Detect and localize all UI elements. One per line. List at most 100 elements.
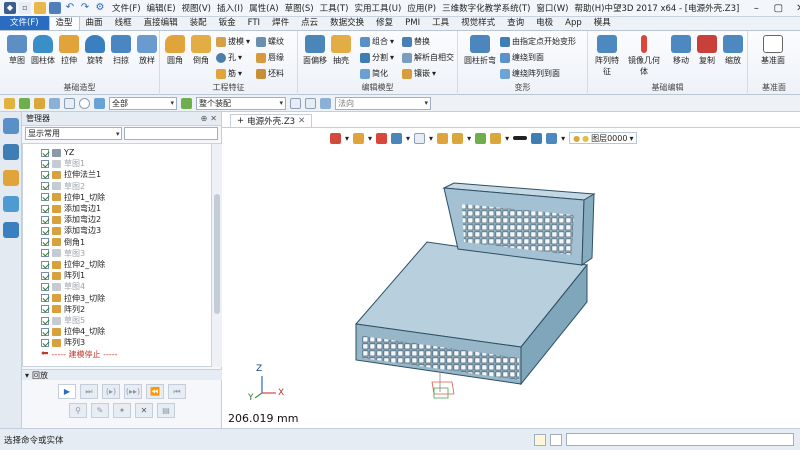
move-button[interactable]: 移动	[668, 35, 694, 66]
ribbon-tab[interactable]: 直接编辑	[138, 17, 184, 30]
list-button[interactable]: ▤	[157, 403, 175, 418]
ribbon-tab[interactable]: 修复	[370, 17, 399, 30]
display-combo[interactable]: 显示常用 ▾	[25, 127, 123, 140]
menu-item[interactable]: 文件(F)	[112, 2, 141, 14]
tab-file[interactable]: 文件(F)	[0, 16, 49, 30]
cylinder-bend-button[interactable]: 圆柱折弯	[464, 35, 496, 66]
ribbon-tab[interactable]: 焊件	[266, 17, 295, 30]
highlight-icon[interactable]	[94, 97, 105, 109]
rewind-button[interactable]: ⏪	[146, 384, 164, 399]
ribbon-tab[interactable]: PMI	[399, 17, 426, 30]
ribbon-tab[interactable]: 钣金	[213, 17, 242, 30]
tree-item[interactable]: 添加弯边2	[41, 214, 101, 225]
method-combo[interactable]: 法向 ▾	[335, 96, 431, 110]
visibility-checkbox[interactable]	[41, 338, 49, 347]
ribbon-tab[interactable]: FTI	[242, 17, 266, 30]
mirror-geometry-button[interactable]: 镜像几何体	[626, 35, 662, 77]
menu-item[interactable]: 编辑(E)	[147, 2, 176, 14]
graphics-viewport[interactable]: + 电源外壳.Z3 ✕ ▾ ▾ ▾ ▾ ▾ ▾ ▾ ● ● 图层0000 ▾ Z…	[222, 112, 800, 428]
link-button[interactable]: ⚲	[69, 403, 87, 418]
menu-item[interactable]: 实用工具(U)	[354, 2, 401, 14]
visibility-checkbox[interactable]	[41, 327, 49, 336]
select-face-icon[interactable]	[320, 97, 331, 109]
shell-button[interactable]: 抽壳	[328, 35, 354, 66]
tree-item[interactable]: 草图2	[41, 181, 85, 192]
wrap-pattern-button[interactable]: 缠绕阵列到面	[500, 68, 560, 79]
filter-combo[interactable]: 全部 ▾	[109, 96, 177, 110]
user-icon[interactable]	[2, 222, 19, 238]
grid-toggle-icon[interactable]	[534, 433, 546, 446]
visibility-checkbox[interactable]	[41, 159, 49, 168]
visibility-checkbox[interactable]	[41, 282, 49, 291]
delete-button[interactable]: ✕	[135, 403, 153, 418]
tree-scrollbar[interactable]	[212, 143, 222, 367]
tree-item[interactable]: 添加弯边3	[41, 225, 101, 236]
play-button[interactable]: ▶	[58, 384, 76, 399]
playback-header[interactable]: ▾ 回放	[22, 369, 222, 380]
select-mode-icon[interactable]	[290, 97, 301, 109]
tree-item[interactable]: 拉伸1_切除	[41, 192, 105, 203]
menu-item[interactable]: 草图(S)	[285, 2, 314, 14]
ribbon-tab[interactable]: 线框	[109, 17, 138, 30]
assembly-icon[interactable]	[181, 97, 192, 109]
tree-item[interactable]: 草图5	[41, 315, 85, 326]
snap-toggle-icon[interactable]	[550, 433, 562, 446]
visibility-checkbox[interactable]	[41, 316, 49, 325]
menu-item[interactable]: 窗口(W)	[536, 2, 568, 14]
cylinder-button[interactable]: 圆柱体	[30, 35, 56, 66]
revolve-button[interactable]: 旋转	[82, 35, 108, 66]
ribbon-tab[interactable]: 视觉样式	[455, 17, 501, 30]
sweep-button[interactable]: 扫掠	[108, 35, 134, 66]
ribbon-tab[interactable]: 查询	[501, 17, 530, 30]
tree-item[interactable]: 草图3	[41, 248, 85, 259]
thread-button[interactable]: 螺纹	[256, 36, 284, 47]
manager-search-input[interactable]	[124, 127, 218, 140]
replace-button[interactable]: 替换	[402, 36, 430, 47]
run-button[interactable]: ✦	[113, 403, 131, 418]
datum-plane-button[interactable]: 基准面	[760, 35, 786, 66]
visibility-checkbox[interactable]	[41, 226, 49, 235]
chamfer-button[interactable]: 倒角	[188, 35, 214, 66]
menu-item[interactable]: 视图(V)	[182, 2, 211, 14]
select-chain-icon[interactable]	[305, 97, 316, 109]
settings-icon[interactable]: ⚙	[94, 2, 106, 14]
snap-icon[interactable]	[34, 97, 45, 109]
split-button[interactable]: 分割 ▾	[360, 52, 394, 63]
deform-from-point-button[interactable]: 由指定点开始变形	[500, 36, 576, 47]
new-file-icon[interactable]: ▫	[19, 2, 31, 14]
tree-item[interactable]: 拉伸4_切除	[41, 326, 105, 337]
pick-filter-icon[interactable]	[4, 97, 15, 109]
rollback-bar[interactable]: ⬅ ----- 建模停止 -----	[41, 349, 118, 360]
ribbon-tab[interactable]: 曲面	[80, 17, 109, 30]
model-canvas[interactable]	[222, 112, 800, 428]
undo-icon[interactable]: ↶	[64, 2, 76, 14]
view-manager-icon[interactable]	[2, 196, 19, 212]
loft-button[interactable]: 放样	[134, 35, 160, 66]
tree-item[interactable]: 草图1	[41, 158, 85, 169]
tree-item[interactable]: 拉伸3_切除	[41, 293, 105, 304]
visibility-checkbox[interactable]	[41, 305, 49, 314]
menu-item[interactable]: 应用(P)	[407, 2, 436, 14]
visibility-checkbox[interactable]	[41, 249, 49, 258]
point-icon[interactable]	[49, 97, 60, 109]
ribbon-tab[interactable]: 模具	[588, 17, 617, 30]
ribbon-tab[interactable]: 装配	[184, 17, 213, 30]
combine-button[interactable]: 组合 ▾	[360, 36, 394, 47]
tree-item[interactable]: 阵列2	[41, 304, 85, 315]
tree-item[interactable]: 拉伸法兰1	[41, 169, 101, 180]
visibility-checkbox[interactable]	[41, 204, 49, 213]
menu-item[interactable]: 属性(A)	[249, 2, 278, 14]
blank-button[interactable]: 坯料	[256, 68, 284, 79]
visibility-checkbox[interactable]	[41, 170, 49, 179]
save-icon[interactable]	[49, 2, 61, 14]
pin-icon[interactable]: ⊕	[201, 114, 208, 123]
edit-button[interactable]: ✎	[91, 403, 109, 418]
visibility-checkbox[interactable]	[41, 271, 49, 280]
tree-item[interactable]: YZ	[41, 147, 74, 158]
ribbon-tab[interactable]: App	[559, 17, 588, 30]
tree-item[interactable]: 拉伸2_切除	[41, 259, 105, 270]
hole-button[interactable]: 孔 ▾	[216, 52, 242, 63]
ribbon-tab[interactable]: 工具	[426, 17, 455, 30]
visibility-checkbox[interactable]	[41, 294, 49, 303]
assembly-combo[interactable]: 整个装配 ▾	[196, 96, 286, 110]
